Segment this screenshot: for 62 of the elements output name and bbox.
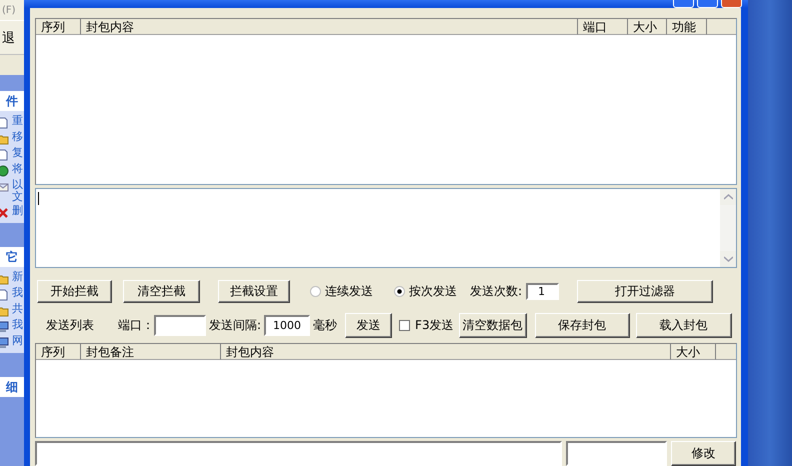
task-link[interactable]: 将 [12, 163, 23, 176]
document-icon [0, 289, 9, 302]
checkbox[interactable] [399, 320, 410, 331]
folder-icon [0, 273, 9, 286]
radio-button[interactable] [310, 286, 321, 297]
column-header[interactable]: 大小 [628, 19, 667, 35]
column-header[interactable]: 功能 [667, 19, 707, 35]
interval-field[interactable]: 1000 [264, 315, 310, 336]
minimize-button[interactable] [673, 0, 694, 8]
task-link[interactable]: 移 [12, 131, 23, 144]
port-label: 端口： [118, 317, 154, 334]
task-link[interactable]: 重 [12, 115, 23, 128]
column-header[interactable]: 封包内容 [81, 19, 578, 35]
task-link[interactable]: 我 [12, 287, 23, 300]
folder-icon [0, 305, 9, 318]
folder-icon [0, 133, 9, 145]
port-field[interactable] [154, 315, 206, 336]
column-header[interactable]: 大小 [671, 344, 716, 360]
envelope-icon [0, 181, 9, 193]
radio-button[interactable] [394, 286, 405, 297]
task-link[interactable]: 以文 [12, 179, 23, 204]
send-count-field[interactable]: 1 [526, 283, 560, 300]
radio-label[interactable]: 按次发送 [409, 283, 457, 300]
column-header[interactable]: 序列 [36, 344, 81, 360]
scrollbar[interactable] [720, 189, 736, 267]
interval-label: 发送间隔: [209, 317, 262, 334]
computer-icon [0, 337, 9, 350]
task-link[interactable]: 新 [12, 271, 23, 284]
radio-label[interactable]: 连续发送 [325, 283, 373, 300]
task-link[interactable]: 共 [12, 303, 23, 316]
unit-label: 毫秒 [313, 317, 338, 334]
capture-button[interactable]: 拦截设置 [218, 280, 290, 303]
open-filter-button[interactable]: 打开过滤器 [577, 280, 714, 303]
task-section-header[interactable]: 细 [0, 377, 24, 398]
note-field[interactable] [566, 441, 667, 466]
packet-button[interactable]: 清空数据包 [458, 313, 527, 338]
document-icon [0, 149, 9, 161]
capture-button[interactable]: 清空拦截 [123, 280, 200, 303]
globe-icon [0, 165, 9, 177]
column-header[interactable]: 封包备注 [81, 344, 221, 360]
send-count-label: 发送次数: [470, 283, 522, 300]
send-list-label: 发送列表 [46, 317, 94, 334]
task-link[interactable]: 我 [12, 319, 23, 332]
close-button[interactable] [721, 0, 742, 8]
edit-button[interactable]: 修改 [671, 441, 736, 466]
checkbox-label[interactable]: F3发送 [415, 317, 454, 334]
task-section-header[interactable]: 件 [0, 91, 24, 111]
column-header[interactable]: 端口 [578, 19, 628, 35]
packet-button[interactable]: 保存封包 [534, 313, 630, 338]
maximize-button[interactable] [697, 0, 718, 8]
column-header[interactable]: 封包内容 [221, 344, 671, 360]
computer-icon [0, 321, 9, 334]
document-icon [0, 117, 9, 129]
packet-button[interactable]: 载入封包 [636, 313, 732, 338]
task-link[interactable]: 删 [12, 205, 23, 218]
cross-icon [0, 207, 9, 220]
task-link[interactable]: 网 [12, 335, 23, 348]
column-header[interactable]: 序列 [36, 19, 81, 35]
capture-button[interactable]: 开始拦截 [37, 280, 112, 303]
task-section-header[interactable]: 它 [0, 247, 24, 268]
task-link[interactable]: 复 [12, 147, 23, 160]
send-button[interactable]: 发送 [345, 313, 392, 338]
